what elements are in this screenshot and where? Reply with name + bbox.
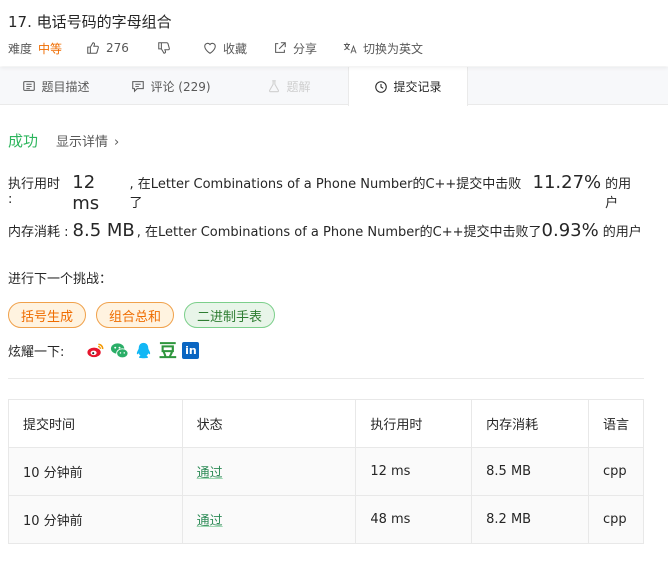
dislike-button[interactable] — [157, 41, 177, 55]
runtime-percent: 11.27% — [532, 172, 602, 193]
share-row-label: 炫耀一下: — [8, 344, 65, 360]
runtime-stat: 执行用时 : 12 ms , 在Letter Combinations of a… — [8, 172, 644, 214]
clock-icon — [374, 80, 388, 94]
column-header-memory: 内存消耗 — [471, 399, 589, 448]
qq-icon[interactable] — [134, 341, 153, 360]
tab-solution-label: 题解 — [286, 79, 311, 94]
thumbs-up-icon — [86, 41, 100, 55]
memory-value: 8.5 MB — [72, 220, 135, 241]
column-header-language: 语言 — [587, 399, 645, 448]
tab-description-label: 题目描述 — [41, 79, 90, 94]
comment-icon — [131, 79, 145, 93]
next-challenge-label: 进行下一个挑战： — [8, 272, 113, 287]
tab-submissions-label: 提交记录 — [393, 80, 442, 94]
memory-percent: 0.93% — [541, 220, 599, 241]
tab-comments[interactable]: 评论 (229) — [112, 67, 230, 105]
share-button[interactable]: 分享 — [273, 40, 317, 57]
difficulty-label: 难度 — [8, 41, 33, 56]
result-status: 成功 — [8, 131, 39, 150]
memory-suffix: 的用户 — [602, 225, 642, 240]
column-header-runtime: 执行用时 — [355, 399, 473, 448]
divider — [8, 378, 644, 379]
favorite-button[interactable]: 收藏 — [203, 40, 247, 57]
runtime-value: 12 ms — [72, 172, 100, 214]
cell-status: 通过 — [181, 447, 357, 496]
submission-content: 成功 显示详情 › 执行用时 : 12 ms , 在Letter Combinat… — [8, 106, 645, 544]
column-header-status: 状态 — [181, 399, 357, 448]
wechat-icon[interactable] — [110, 341, 129, 360]
translate-icon — [343, 41, 357, 55]
runtime-text: , 在Letter Combinations of a Phone Number… — [129, 177, 522, 211]
problem-header: 17. 电话号码的字母组合 难度 中等 276 收藏 分享 切换为英文 — [0, 0, 668, 66]
table-header-row: 提交时间 状态 执行用时 内存消耗 语言 — [8, 399, 645, 448]
cell-memory: 8.5 MB — [471, 447, 589, 496]
tab-submissions[interactable]: 提交记录 — [348, 67, 468, 106]
cell-language: cpp — [587, 447, 645, 496]
favorite-label: 收藏 — [222, 41, 247, 56]
show-details-link[interactable]: 显示详情 › — [56, 131, 119, 150]
table-row: 10 分钟前 通过 12 ms 8.5 MB cpp — [8, 447, 645, 496]
memory-stat: 内存消耗 : 8.5 MB , 在Letter Combinations of … — [8, 220, 644, 246]
cell-language: cpp — [587, 495, 645, 544]
problem-meta: 难度 中等 276 收藏 分享 切换为英文 — [8, 39, 660, 57]
tab-comments-label: 评论 (229) — [150, 79, 211, 94]
thumbs-down-icon — [157, 41, 171, 55]
runtime-suffix: 的用户 — [605, 177, 632, 211]
linkedin-icon[interactable]: in — [182, 341, 200, 359]
cell-submit-time: 10 分钟前 — [8, 495, 183, 544]
cell-submit-time: 10 分钟前 — [8, 447, 183, 496]
status-link[interactable]: 通过 — [197, 514, 223, 529]
result-status-row: 成功 显示详情 › — [8, 130, 644, 150]
like-count: 276 — [106, 41, 129, 55]
heart-icon — [203, 41, 217, 55]
memory-text: , 在Letter Combinations of a Phone Number… — [136, 225, 542, 240]
tab-description[interactable]: 题目描述 — [0, 67, 112, 105]
document-icon — [22, 79, 36, 93]
challenge-chip-generate-parentheses[interactable]: 括号生成 — [8, 302, 87, 328]
runtime-label: 执行用时 : — [8, 177, 61, 207]
cell-status: 通过 — [181, 495, 357, 544]
cell-memory: 8.2 MB — [471, 495, 589, 544]
challenge-chips: 括号生成 组合总和 二进制手表 — [8, 302, 644, 328]
tab-bar: 题目描述 评论 (229) 题解 提交记录 — [0, 67, 668, 106]
status-link[interactable]: 通过 — [197, 466, 223, 481]
memory-label: 内存消耗 : — [8, 225, 69, 240]
table-row: 10 分钟前 通过 48 ms 8.2 MB cpp — [8, 495, 645, 544]
cell-runtime: 12 ms — [355, 447, 473, 496]
flask-icon — [267, 79, 281, 93]
douban-icon[interactable]: 豆 — [158, 341, 177, 362]
switch-language-button[interactable]: 切换为英文 — [343, 40, 423, 57]
share-icons: 豆 in — [86, 341, 204, 362]
tab-solution[interactable]: 题解 — [230, 67, 348, 105]
challenge-chip-binary-watch[interactable]: 二进制手表 — [184, 302, 276, 328]
submissions-table: 提交时间 状态 执行用时 内存消耗 语言 10 分钟前 通过 12 ms 8.5… — [8, 399, 645, 544]
weibo-icon[interactable] — [86, 341, 105, 360]
share-row: 炫耀一下: 豆 in — [8, 340, 644, 362]
challenge-chip-combination-sum[interactable]: 组合总和 — [96, 302, 175, 328]
share-icon — [273, 41, 287, 55]
difficulty-badge: 中等 — [38, 41, 63, 56]
chevron-right-icon: › — [114, 134, 120, 150]
cell-runtime: 48 ms — [355, 495, 473, 544]
switch-language-label: 切换为英文 — [362, 41, 423, 56]
share-label: 分享 — [292, 41, 317, 56]
show-details-label: 显示详情 — [56, 134, 109, 150]
like-button[interactable]: 276 — [86, 41, 129, 55]
column-header-submit-time: 提交时间 — [8, 399, 183, 448]
problem-title: 17. 电话号码的字母组合 — [8, 13, 172, 31]
